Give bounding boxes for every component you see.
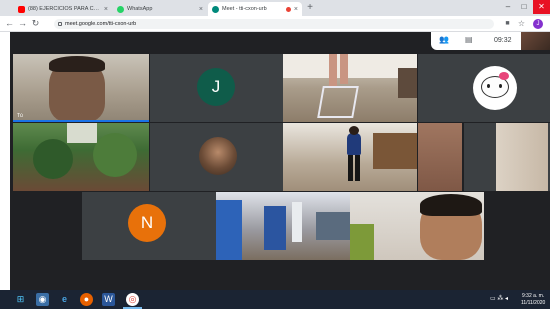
kitty-eye [487, 84, 490, 88]
whatsapp-icon [117, 5, 124, 13]
close-icon[interactable]: × [104, 6, 108, 13]
floor-marking [317, 86, 359, 118]
camera-icon[interactable]: ■ [502, 18, 513, 29]
participant-tile-door[interactable] [464, 123, 550, 191]
participant-hair [49, 56, 105, 72]
bookmark-star-icon[interactable]: ☆ [516, 18, 527, 29]
back-icon[interactable]: ← [4, 18, 15, 29]
word-icon[interactable]: W [102, 293, 115, 306]
boy-hair [420, 194, 482, 216]
participant-tile-plants[interactable] [13, 123, 149, 191]
tab-title: Meet - tti-cxon-urb [222, 6, 267, 12]
person-leg [355, 155, 360, 181]
recording-icon [285, 6, 291, 12]
participant-photo-avatar [199, 137, 237, 175]
self-preview[interactable] [521, 32, 550, 50]
participant-tile-floor[interactable] [283, 54, 417, 122]
browser-toolbar: ← → ↻ meet.google.com/tti-cxon-urb ■ ☆ J [0, 16, 550, 32]
tab-youtube[interactable]: (88) EJERCICIOS PARA CUARENTENA… × [14, 2, 112, 16]
new-tab-button[interactable]: + [304, 2, 316, 14]
address-bar[interactable]: meet.google.com/tti-cxon-urb [54, 19, 494, 29]
meet-icon [212, 5, 219, 13]
maximize-button[interactable]: □ [516, 0, 532, 14]
chrome-icon[interactable]: ◎ [126, 293, 139, 306]
participant-tile-boy[interactable] [350, 192, 484, 260]
firefox-icon[interactable]: ● [80, 293, 93, 306]
address-text: meet.google.com/tti-cxon-urb [65, 21, 137, 27]
kitty-eye [499, 84, 502, 88]
taskbar-clock[interactable]: 9:32 a. m. [522, 293, 544, 299]
windows-icon[interactable]: ⊞ [14, 293, 27, 306]
close-window-button[interactable]: ✕ [533, 0, 550, 14]
person-leg [348, 155, 353, 181]
minimize-button[interactable]: – [500, 0, 516, 14]
participant-avatar: N [128, 204, 166, 242]
furniture-shape [398, 68, 417, 98]
tab-title: (88) EJERCICIOS PARA CUARENTENA… [28, 6, 101, 12]
reload-icon[interactable]: ↻ [30, 18, 41, 29]
window-area [67, 123, 97, 143]
meet-stage: Tú J N [10, 32, 550, 290]
participant-avatar: J [197, 68, 235, 106]
participant-tile-kitty[interactable] [418, 54, 550, 122]
plant-shape [33, 139, 73, 179]
participant-name: Tú [17, 113, 23, 119]
people-icon[interactable]: 👥 [439, 35, 449, 44]
leg-shape [329, 54, 337, 86]
windows-taskbar: ⊞ ◉ e ● W ◎ ▭ ⁂ ◂ 9:32 a. m. 11/11/2020 [0, 290, 550, 309]
participant-tile-room[interactable] [216, 192, 350, 260]
participant-tile-self[interactable]: Tú [13, 54, 149, 122]
meet-top-controls: 👥 ▤ 09:32 [431, 32, 521, 50]
kitty-bow [499, 72, 509, 80]
explorer-icon[interactable]: ◉ [36, 293, 49, 306]
ie-icon[interactable]: e [58, 293, 71, 306]
leg-shape [340, 54, 348, 84]
taskbar-date[interactable]: 11/11/2020 [521, 300, 545, 306]
participant-tile-n[interactable]: N [82, 192, 216, 260]
person-head [349, 126, 359, 135]
close-icon[interactable]: × [199, 6, 203, 13]
tab-meet[interactable]: Meet - tti-cxon-urb × [208, 2, 302, 16]
couch-shape [316, 212, 350, 240]
blue-furniture [264, 206, 286, 250]
wall-area [283, 54, 417, 78]
close-icon[interactable]: × [294, 6, 298, 13]
profile-avatar[interactable]: J [533, 19, 543, 29]
hello-kitty-avatar [473, 66, 517, 110]
participant-tile-photo[interactable] [150, 123, 283, 191]
youtube-icon [18, 5, 25, 13]
door-shape [496, 123, 548, 191]
self-border [13, 120, 149, 122]
meeting-time: 09:32 [494, 37, 512, 44]
tab-strip: (88) EJERCICIOS PARA CUARENTENA… × Whats… [0, 0, 550, 16]
forward-icon[interactable]: → [17, 18, 28, 29]
participant-tile-j[interactable]: J [150, 54, 283, 122]
plant-shape [93, 133, 137, 177]
participant-tile-kitchen[interactable] [283, 123, 417, 191]
network-icon[interactable]: ▭ ⁂ ◂ [490, 295, 508, 302]
blue-furniture [216, 200, 242, 260]
person-torso [347, 133, 361, 155]
tab-title: WhatsApp [127, 6, 153, 12]
participant-tile-wall[interactable] [418, 123, 462, 191]
tab-whatsapp[interactable]: WhatsApp × [113, 2, 207, 16]
plant-shape [350, 224, 374, 260]
person-shape [292, 202, 302, 242]
chat-icon[interactable]: ▤ [465, 35, 473, 44]
lock-icon [58, 22, 62, 26]
cabinet-shape [373, 133, 417, 169]
